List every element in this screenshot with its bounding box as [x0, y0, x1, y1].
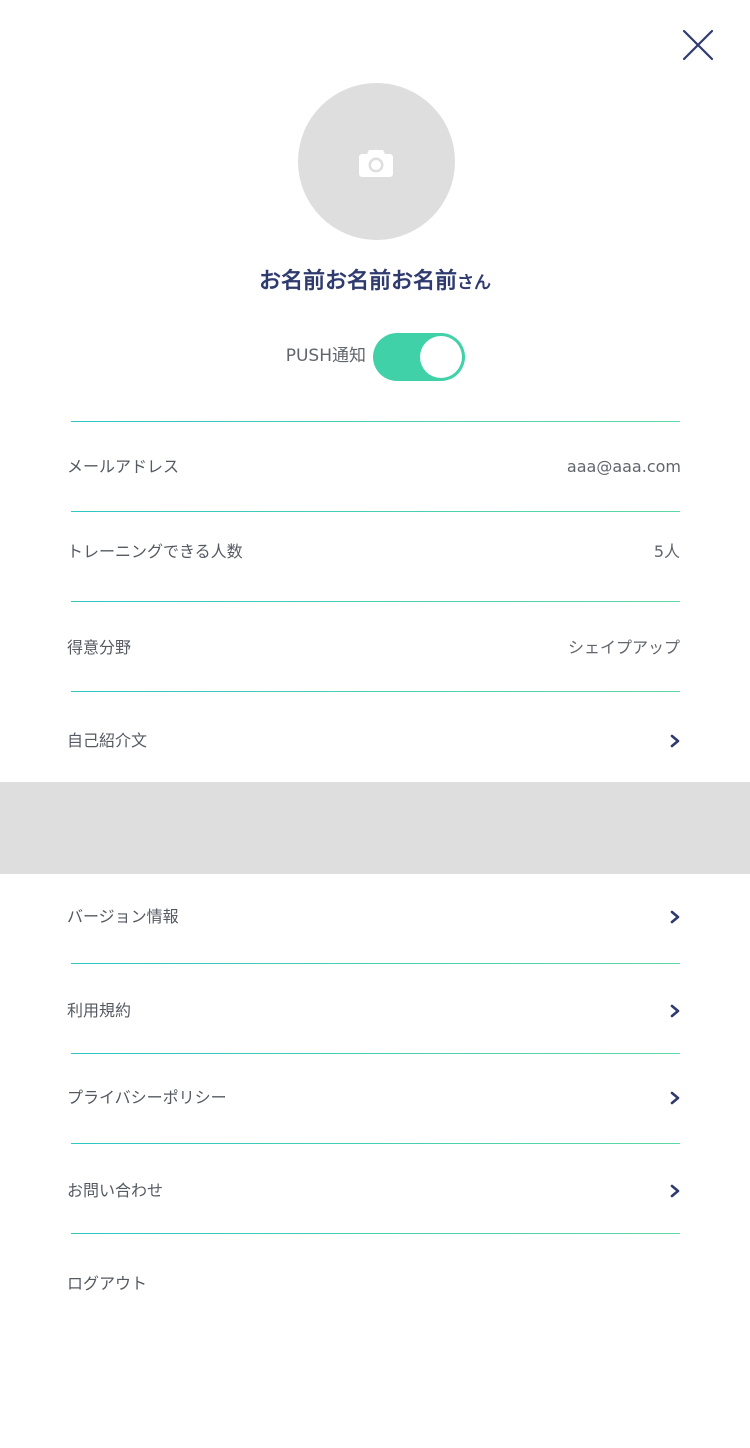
user-name-suffix: さん	[457, 273, 491, 293]
menu-item-logout[interactable]: ログアウト	[0, 1264, 750, 1304]
specialty-row: 得意分野 シェイプアップ	[0, 628, 750, 668]
menu-item-contact[interactable]: お問い合わせ	[0, 1171, 750, 1211]
menu-item-terms-of-use[interactable]: 利用規約	[0, 991, 750, 1031]
divider	[71, 963, 680, 964]
email-value: aaa@aaa.com	[566, 457, 681, 476]
section-separator	[0, 782, 750, 874]
chevron-right-icon	[670, 1184, 680, 1198]
toggle-knob	[420, 336, 462, 378]
menu-item-version-info[interactable]: バージョン情報	[0, 897, 750, 937]
divider	[71, 601, 680, 602]
divider	[71, 1233, 680, 1234]
close-icon	[682, 29, 714, 61]
trainee-capacity-value: 5人	[653, 542, 680, 561]
menu-item-privacy-policy[interactable]: プライバシーポリシー	[0, 1078, 750, 1118]
divider	[71, 691, 680, 692]
specialty-label: 得意分野	[67, 638, 132, 657]
menu-item-label: お問い合わせ	[67, 1181, 164, 1200]
menu-item-label: バージョン情報	[67, 907, 179, 926]
user-name-text: お名前お名前お名前	[258, 269, 457, 294]
divider	[71, 1143, 680, 1144]
close-button[interactable]	[676, 24, 720, 68]
specialty-value: シェイプアップ	[567, 638, 680, 657]
user-name: お名前お名前お名前さん	[0, 262, 750, 303]
menu-item-label: 利用規約	[67, 1001, 132, 1020]
email-label: メールアドレス	[67, 457, 180, 476]
self-introduction-row[interactable]: 自己紹介文	[0, 721, 750, 761]
trainee-capacity-row: トレーニングできる人数 5人	[0, 532, 750, 572]
self-introduction-label: 自己紹介文	[67, 731, 148, 750]
camera-icon	[359, 150, 393, 177]
chevron-right-icon	[670, 1091, 680, 1105]
divider	[71, 421, 680, 422]
chevron-right-icon	[670, 734, 680, 748]
avatar-upload[interactable]	[298, 83, 455, 240]
trainee-capacity-label: トレーニングできる人数	[67, 542, 243, 561]
push-notification-toggle[interactable]	[373, 333, 465, 381]
chevron-right-icon	[670, 1004, 680, 1018]
divider	[71, 511, 680, 512]
chevron-right-icon	[670, 910, 680, 924]
email-row: メールアドレス aaa@aaa.com	[0, 447, 750, 487]
menu-item-label: プライバシーポリシー	[67, 1088, 227, 1107]
push-notification-label: PUSH通知	[285, 346, 366, 366]
divider	[71, 1053, 680, 1054]
menu-item-label: ログアウト	[67, 1274, 148, 1293]
